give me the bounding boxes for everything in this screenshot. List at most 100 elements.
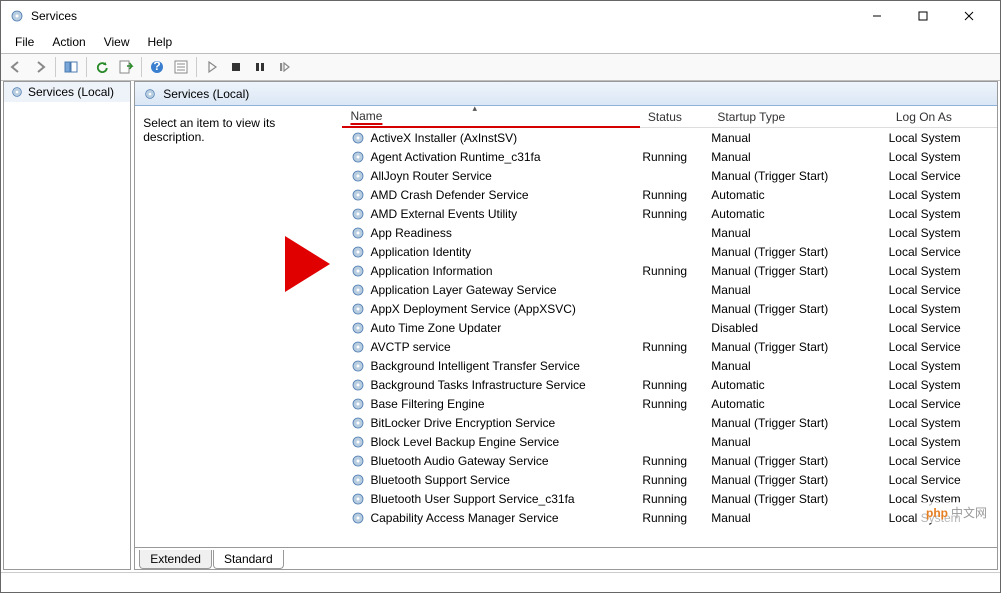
cell-logon: Local Service	[889, 454, 997, 468]
service-row[interactable]: Bluetooth Audio Gateway ServiceRunningMa…	[342, 451, 997, 470]
help-button[interactable]: ?	[146, 56, 168, 78]
service-row[interactable]: Background Intelligent Transfer ServiceM…	[342, 356, 997, 375]
service-row[interactable]: Block Level Backup Engine ServiceManualL…	[342, 432, 997, 451]
service-gear-icon	[350, 244, 366, 260]
cell-status: Running	[642, 473, 711, 487]
cell-startup: Manual	[711, 150, 888, 164]
service-gear-icon	[350, 187, 366, 203]
menu-file[interactable]: File	[7, 33, 42, 51]
service-row[interactable]: Background Tasks Infrastructure ServiceR…	[342, 375, 997, 394]
service-gear-icon	[350, 339, 366, 355]
service-row[interactable]: AVCTP serviceRunningManual (Trigger Star…	[342, 337, 997, 356]
cell-logon: Local System	[889, 131, 997, 145]
cell-name: Application Identity	[370, 245, 642, 259]
column-headers: Name▴ Status Startup Type Log On As	[342, 106, 997, 128]
export-list-button[interactable]	[115, 56, 137, 78]
service-gear-icon	[350, 358, 366, 374]
cell-startup: Manual (Trigger Start)	[711, 264, 888, 278]
cell-name: Agent Activation Runtime_c31fa	[370, 150, 642, 164]
services-panel: Services (Local) Select an item to view …	[134, 81, 998, 570]
service-row[interactable]: AppX Deployment Service (AppXSVC)Manual …	[342, 299, 997, 318]
service-row[interactable]: App ReadinessManualLocal System	[342, 223, 997, 242]
tree-root-item[interactable]: Services (Local)	[4, 82, 130, 102]
cell-logon: Local System	[889, 207, 997, 221]
minimize-button[interactable]	[854, 1, 900, 31]
cell-name: AMD Crash Defender Service	[370, 188, 642, 202]
tab-extended[interactable]: Extended	[139, 550, 212, 569]
nav-tree[interactable]: Services (Local)	[3, 81, 131, 570]
service-row[interactable]: Capability Access Manager ServiceRunning…	[342, 508, 997, 527]
cell-logon: Local System	[889, 302, 997, 316]
service-row[interactable]: Application Layer Gateway ServiceManualL…	[342, 280, 997, 299]
service-gear-icon	[350, 168, 366, 184]
menu-view[interactable]: View	[96, 33, 138, 51]
menu-help[interactable]: Help	[140, 33, 181, 51]
service-gear-icon	[350, 377, 366, 393]
service-row[interactable]: AMD External Events UtilityRunningAutoma…	[342, 204, 997, 223]
pause-service-button[interactable]	[249, 56, 271, 78]
service-row[interactable]: Application Identity Manual (Trigger Star…	[342, 242, 997, 261]
cell-status: Running	[642, 150, 711, 164]
col-name[interactable]: Name▴	[342, 106, 639, 128]
back-button[interactable]	[5, 56, 27, 78]
cell-name: Bluetooth Support Service	[370, 473, 642, 487]
service-row[interactable]: Bluetooth User Support Service_c31faRunn…	[342, 489, 997, 508]
cell-startup: Manual (Trigger Start)	[711, 416, 888, 430]
service-gear-icon	[350, 263, 366, 279]
close-button[interactable]	[946, 1, 992, 31]
toolbar: ?	[1, 53, 1000, 81]
col-status[interactable]: Status	[640, 107, 710, 127]
service-gear-icon	[350, 396, 366, 412]
cell-startup: Manual	[711, 283, 888, 297]
service-gear-icon	[350, 282, 366, 298]
cell-name: Bluetooth Audio Gateway Service	[370, 454, 642, 468]
service-row[interactable]: Application InformationRunningManual (Tr…	[342, 261, 997, 280]
gear-icon	[10, 85, 24, 99]
service-row[interactable]: BitLocker Drive Encryption ServiceManual…	[342, 413, 997, 432]
cell-name: Bluetooth User Support Service_c31fa	[370, 492, 642, 506]
stop-service-button[interactable]	[225, 56, 247, 78]
service-row[interactable]: Bluetooth Support ServiceRunningManual (…	[342, 470, 997, 489]
cell-logon: Local System	[889, 150, 997, 164]
list-rows[interactable]: ActiveX Installer (AxInstSV)ManualLocal …	[342, 128, 997, 547]
cell-status: Running	[642, 188, 711, 202]
panel-header-title: Services (Local)	[163, 87, 249, 101]
service-row[interactable]: Auto Time Zone UpdaterDisabledLocal Serv…	[342, 318, 997, 337]
cell-startup: Manual (Trigger Start)	[711, 340, 888, 354]
service-row[interactable]: Agent Activation Runtime_c31faRunningMan…	[342, 147, 997, 166]
tab-standard[interactable]: Standard	[213, 550, 284, 569]
menu-action[interactable]: Action	[44, 33, 93, 51]
cell-logon: Local Service	[889, 321, 997, 335]
forward-button[interactable]	[29, 56, 51, 78]
start-service-button[interactable]	[201, 56, 223, 78]
service-row[interactable]: ActiveX Installer (AxInstSV)ManualLocal …	[342, 128, 997, 147]
maximize-button[interactable]	[900, 1, 946, 31]
cell-name: Capability Access Manager Service	[370, 511, 642, 525]
show-hide-tree-button[interactable]	[60, 56, 82, 78]
cell-name: AMD External Events Utility	[370, 207, 642, 221]
service-row[interactable]: AMD Crash Defender ServiceRunningAutomat…	[342, 185, 997, 204]
service-gear-icon	[350, 320, 366, 336]
menubar: File Action View Help	[1, 31, 1000, 53]
cell-name: AppX Deployment Service (AppXSVC)	[370, 302, 642, 316]
cell-name: AllJoyn Router Service	[370, 169, 642, 183]
titlebar: Services	[1, 1, 1000, 31]
refresh-button[interactable]	[91, 56, 113, 78]
cell-startup: Manual (Trigger Start)	[711, 245, 888, 259]
col-logon[interactable]: Log On As	[888, 107, 997, 127]
cell-status: Running	[642, 340, 711, 354]
cell-startup: Automatic	[711, 397, 888, 411]
service-row[interactable]: AllJoyn Router ServiceManual (Trigger St…	[342, 166, 997, 185]
service-gear-icon	[350, 510, 366, 526]
tree-root-label: Services (Local)	[28, 85, 114, 99]
cell-name: AVCTP service	[370, 340, 642, 354]
col-startup[interactable]: Startup Type	[709, 107, 888, 127]
restart-service-button[interactable]	[273, 56, 295, 78]
cell-status: Running	[642, 397, 711, 411]
cell-status: Running	[642, 207, 711, 221]
properties-icon[interactable]	[170, 56, 192, 78]
service-row[interactable]: Base Filtering EngineRunningAutomaticLoc…	[342, 394, 997, 413]
service-gear-icon	[350, 149, 366, 165]
cell-startup: Disabled	[711, 321, 888, 335]
cell-logon: Local System	[889, 378, 997, 392]
